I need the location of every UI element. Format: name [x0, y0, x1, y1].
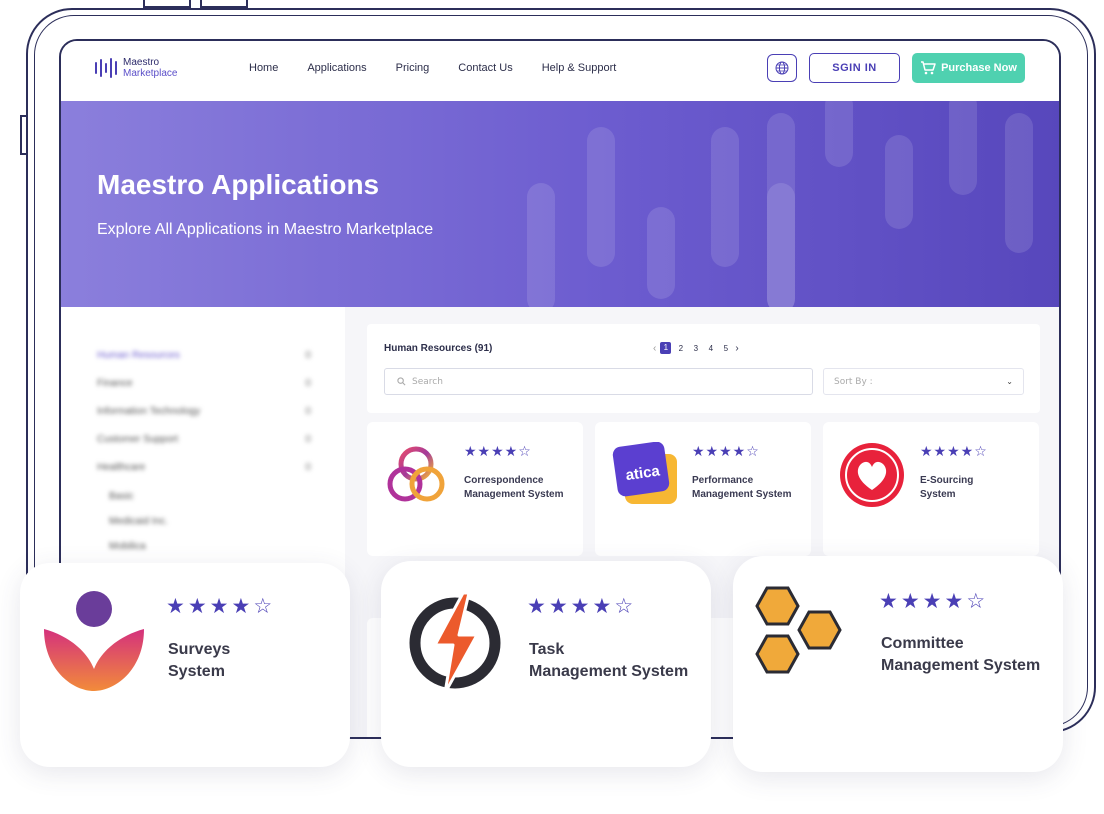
page-4[interactable]: 4 [705, 344, 716, 353]
featured-name: Committee [881, 635, 964, 652]
heart-icon [840, 443, 904, 507]
featured-card-committee[interactable]: ★★★★☆ Committee Management System [733, 556, 1063, 772]
sidebar-count: 0 [305, 378, 312, 389]
nav-contact-us[interactable]: Contact Us [458, 62, 512, 74]
rating-stars: ★★★★☆ [692, 444, 760, 460]
app-name: Correspondence [464, 475, 544, 486]
decor-pill [587, 127, 615, 267]
rating-stars: ★★★★☆ [920, 444, 988, 460]
page-5[interactable]: 5 [720, 344, 731, 353]
sidebar-item-human-resources[interactable]: Human Resources [97, 350, 180, 361]
search-icon [397, 377, 406, 386]
sidebar-item-healthcare[interactable]: Healthcare [97, 462, 145, 473]
page-3[interactable]: 3 [690, 344, 701, 353]
decor-pill [949, 101, 977, 195]
top-navbar: Maestro Marketplace Home Applications Pr… [61, 41, 1059, 101]
marketing-stage: Maestro Marketplace Home Applications Pr… [0, 0, 1104, 814]
hero-title: Maestro Applications [97, 169, 380, 200]
decor-pill [711, 127, 739, 267]
tablet-side-button [20, 115, 28, 155]
language-button[interactable] [767, 54, 797, 82]
decor-pill [885, 135, 913, 229]
sign-in-button[interactable]: SGIN IN [809, 53, 900, 83]
sidebar-subitem[interactable]: Medicaid Inc. [109, 516, 168, 527]
app-name-line2: Management System [464, 489, 564, 500]
featured-name-line2: Management System [881, 657, 1041, 674]
tablet-button [143, 0, 191, 8]
nav-pricing[interactable]: Pricing [396, 62, 430, 74]
rating-stars: ★★★★☆ [527, 594, 637, 618]
sidebar-count: 0 [305, 462, 312, 473]
sidebar-subitem[interactable]: Mobilica [109, 541, 146, 552]
decor-pill [767, 183, 795, 307]
nav-applications[interactable]: Applications [307, 62, 366, 74]
decor-pill [647, 207, 675, 299]
decor-pill [527, 183, 555, 307]
decor-pill [1005, 113, 1033, 253]
decor-pill [825, 101, 853, 167]
category-heading: Human Resources (91) [384, 343, 493, 354]
sidebar-item-information-technology[interactable]: Information Technology [97, 406, 200, 417]
sidebar-item-customer-support[interactable]: Customer Support [97, 434, 178, 445]
app-card[interactable]: atica ★★★★☆ Performance Management Syste… [595, 422, 811, 556]
honeycomb-icon [755, 586, 842, 674]
triquetra-icon [387, 446, 445, 502]
main-nav: Home Applications Pricing Contact Us Hel… [249, 62, 645, 74]
sidebar-count: 0 [305, 350, 312, 361]
sort-placeholder: Sort By : [834, 376, 873, 387]
sidebar-subitem[interactable]: Basic [109, 491, 133, 502]
app-name: E-Sourcing [920, 475, 974, 486]
maestro-logo[interactable]: Maestro Marketplace [95, 57, 177, 79]
sidebar-item-finance[interactable]: Finance [97, 378, 133, 389]
page-2[interactable]: 2 [675, 344, 686, 353]
next-page-icon[interactable]: › [735, 343, 738, 354]
app-name-line2: System [920, 489, 956, 500]
nav-help-support[interactable]: Help & Support [542, 62, 617, 74]
page-1[interactable]: 1 [660, 342, 672, 354]
featured-name-line2: Management System [529, 663, 689, 680]
tablet-button [200, 0, 248, 8]
app-card[interactable]: ★★★★☆ E-Sourcing System [823, 422, 1039, 556]
app-name-line2: Management System [692, 489, 792, 500]
app-card[interactable]: ★★★★☆ Correspondence Management System [367, 422, 583, 556]
logo-line2: Marketplace [123, 68, 178, 79]
listing-toolbar: Human Resources (91) ‹ 1 2 3 4 5 › Searc… [367, 324, 1040, 413]
search-placeholder: Search [412, 376, 443, 387]
featured-name-line2: System [168, 663, 225, 680]
purchase-label: Purchase Now [941, 62, 1017, 74]
globe-icon [775, 61, 789, 75]
lotus-person-icon [44, 591, 144, 691]
logo-bars-icon [95, 57, 117, 79]
search-input[interactable]: Search [384, 368, 813, 395]
nav-home[interactable]: Home [249, 62, 278, 74]
rating-stars: ★★★★☆ [879, 589, 989, 613]
cart-icon [921, 61, 936, 75]
rating-stars: ★★★★☆ [464, 444, 532, 460]
sidebar-count: 0 [305, 406, 312, 417]
atica-logo-icon: atica [612, 442, 677, 504]
prev-page-icon[interactable]: ‹ [653, 343, 656, 354]
rating-stars: ★★★★☆ [166, 594, 276, 618]
featured-card-task[interactable]: ★★★★☆ Task Management System [381, 561, 711, 767]
logo-line1: Maestro [123, 57, 160, 68]
chevron-down-icon: ⌄ [1006, 377, 1013, 386]
featured-name: Task [529, 641, 565, 658]
hero-subtitle: Explore All Applications in Maestro Mark… [97, 221, 434, 238]
featured-name: Surveys [168, 641, 231, 658]
hero-banner: Maestro Applications Explore All Applica… [61, 101, 1059, 307]
lightning-icon [409, 593, 501, 693]
sort-select[interactable]: Sort By : ⌄ [823, 368, 1024, 395]
sidebar-count: 0 [305, 434, 312, 445]
app-name: Performance [692, 475, 754, 486]
pagination: ‹ 1 2 3 4 5 › [653, 342, 739, 354]
purchase-now-button[interactable]: Purchase Now [912, 53, 1025, 83]
featured-card-surveys[interactable]: ★★★★☆ Surveys System [20, 563, 350, 767]
